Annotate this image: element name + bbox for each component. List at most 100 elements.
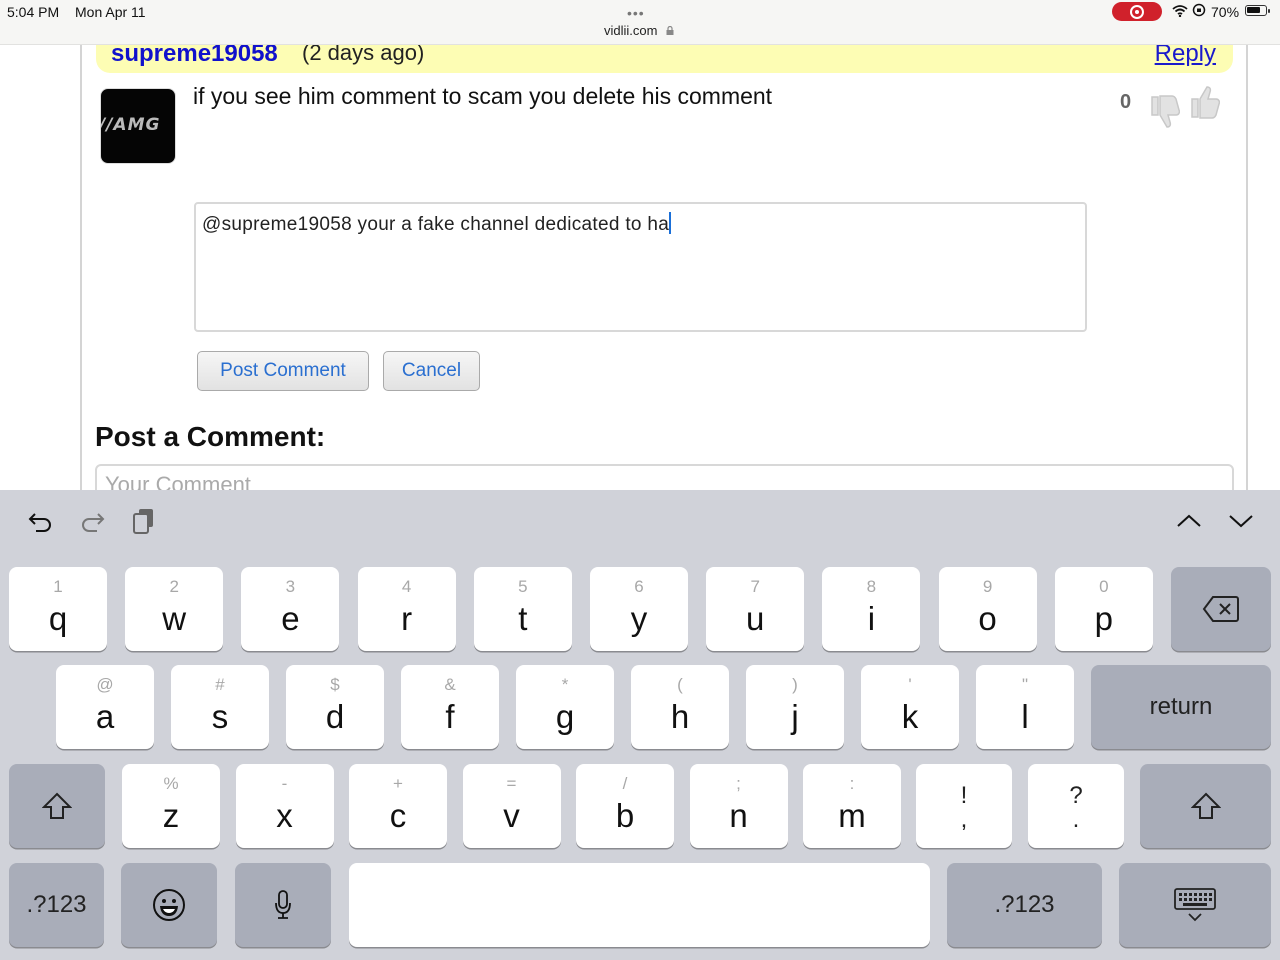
thumbs-up-icon[interactable] xyxy=(1188,85,1221,127)
hide-keyboard-icon xyxy=(1174,888,1216,922)
avatar-logo: //AMG xyxy=(100,115,161,135)
key-l[interactable]: " l xyxy=(976,665,1074,749)
key-s[interactable]: # s xyxy=(171,665,269,749)
key-alt-char: ( xyxy=(677,675,683,694)
key-f[interactable]: & f xyxy=(401,665,499,749)
comment-username[interactable]: supreme19058 xyxy=(111,45,278,68)
lock-icon xyxy=(666,26,674,35)
web-page: supreme19058 (2 days ago) Reply //AMG if… xyxy=(0,45,1280,490)
key-alt-char: 9 xyxy=(982,577,993,596)
key-char: s xyxy=(211,698,229,735)
key-char: i xyxy=(867,600,876,637)
key-char: h xyxy=(670,698,690,735)
dictation-key[interactable] xyxy=(235,863,331,947)
key-char: z xyxy=(162,797,180,834)
delete-key[interactable] xyxy=(1171,567,1271,651)
key-p[interactable]: 0p xyxy=(1054,567,1153,651)
hide-keyboard-key[interactable] xyxy=(1119,863,1271,947)
key-h[interactable]: (h xyxy=(631,665,729,749)
cancel-button[interactable]: Cancel xyxy=(383,351,480,391)
key-g[interactable]: * g xyxy=(516,665,614,749)
key-c[interactable]: + c xyxy=(349,764,447,848)
numbers-key-left[interactable]: .?123 xyxy=(9,863,104,947)
delete-icon xyxy=(1202,596,1239,622)
undo-icon[interactable] xyxy=(26,506,56,536)
key-char: y xyxy=(630,600,648,637)
key-y[interactable]: 6y xyxy=(590,567,688,651)
key-char: e xyxy=(281,600,300,637)
reply-textarea[interactable]: @supreme19058 your a fake channel dedica… xyxy=(194,202,1087,332)
return-key[interactable]: return xyxy=(1091,665,1271,749)
key-alt-char: 8 xyxy=(866,577,877,596)
key-r[interactable]: 4r xyxy=(357,567,456,651)
key-alt-char: ' xyxy=(908,675,912,694)
key-char: k xyxy=(901,698,919,735)
multitasking-dots-icon[interactable]: ••• xyxy=(627,6,645,20)
key-a[interactable]: @ a xyxy=(56,665,154,749)
key-q[interactable]: 1q xyxy=(9,567,107,651)
microphone-icon xyxy=(275,890,291,919)
numbers-label: .?123 xyxy=(994,891,1055,918)
key-i[interactable]: 8i xyxy=(822,567,921,651)
post-comment-button[interactable]: Post Comment xyxy=(197,351,369,391)
key-char: j xyxy=(791,698,799,735)
numbers-key-right[interactable]: .?123 xyxy=(947,863,1102,947)
key-e[interactable]: 3e xyxy=(241,567,340,651)
key-b[interactable]: / b xyxy=(576,764,674,848)
key-alt-char: ) xyxy=(792,675,798,694)
key-char: x xyxy=(276,797,293,834)
redo-icon[interactable] xyxy=(77,506,107,536)
post-comment-heading: Post a Comment: xyxy=(95,421,326,452)
key-alt-char: 0 xyxy=(1099,577,1109,596)
battery-percent: 70% xyxy=(1211,4,1240,20)
key-char: r xyxy=(401,600,413,637)
key-n[interactable]: ; n xyxy=(689,764,788,848)
next-field-icon[interactable] xyxy=(1226,506,1256,536)
key-char: b xyxy=(615,797,635,834)
key-char: v xyxy=(503,797,520,834)
key-alt-char: 2 xyxy=(169,577,179,596)
paste-icon[interactable] xyxy=(129,506,159,536)
emoji-key[interactable] xyxy=(121,863,217,947)
key-t[interactable]: 5t xyxy=(473,567,572,651)
text-cursor xyxy=(669,212,672,234)
screen-recording-icon[interactable] xyxy=(1112,2,1162,21)
key-d[interactable]: $ d xyxy=(286,665,384,749)
shift-key-right[interactable] xyxy=(1140,764,1271,848)
avatar[interactable]: //AMG xyxy=(100,88,176,164)
key-w[interactable]: 2w xyxy=(125,567,224,651)
key-j[interactable]: ) j xyxy=(746,665,844,749)
battery-fill xyxy=(1247,7,1260,13)
previous-field-icon[interactable] xyxy=(1174,506,1204,536)
key-char: u xyxy=(746,600,765,637)
keyboard-toolbar xyxy=(0,490,1280,556)
key-alt-char: ; xyxy=(736,774,741,793)
thumbs-down-icon[interactable] xyxy=(1148,87,1181,129)
key-x[interactable]: -x xyxy=(235,764,334,848)
shift-icon xyxy=(42,792,72,819)
shift-key-left[interactable] xyxy=(9,764,105,848)
key-u[interactable]: 7u xyxy=(706,567,805,651)
key-char: . xyxy=(1072,806,1080,833)
key-char: l xyxy=(1021,698,1029,735)
key-k[interactable]: ' k xyxy=(861,665,959,749)
key-alt-char: @ xyxy=(96,675,114,694)
space-bar[interactable] xyxy=(349,863,930,947)
key-punct-1[interactable]: ?. xyxy=(1028,764,1124,848)
comment-input[interactable]: Your Comment xyxy=(95,464,1234,490)
address-url[interactable]: vidlii.com xyxy=(604,23,657,38)
emoji-icon xyxy=(153,889,185,921)
return-label: return xyxy=(1149,693,1213,720)
key-v[interactable]: = v xyxy=(462,764,561,848)
numbers-label: .?123 xyxy=(26,891,87,918)
reply-link[interactable]: Reply xyxy=(1155,45,1216,68)
key-o[interactable]: 9o xyxy=(938,567,1037,651)
key-m[interactable]: :m xyxy=(803,764,901,848)
onscreen-keyboard: 1 q 2 w 3 e 4 r 5 t 6 y 7 u 8 i 9 o 0 p @ a # s $ d & f * g(h) j ' k " l re… xyxy=(0,490,1280,960)
key-z[interactable]: % z xyxy=(122,764,220,848)
key-punct-0[interactable]: !, xyxy=(916,764,1012,848)
key-alt-char: % xyxy=(163,774,179,793)
key-char: o xyxy=(978,600,997,637)
key-char: f xyxy=(445,698,455,735)
key-char: , xyxy=(960,806,968,833)
